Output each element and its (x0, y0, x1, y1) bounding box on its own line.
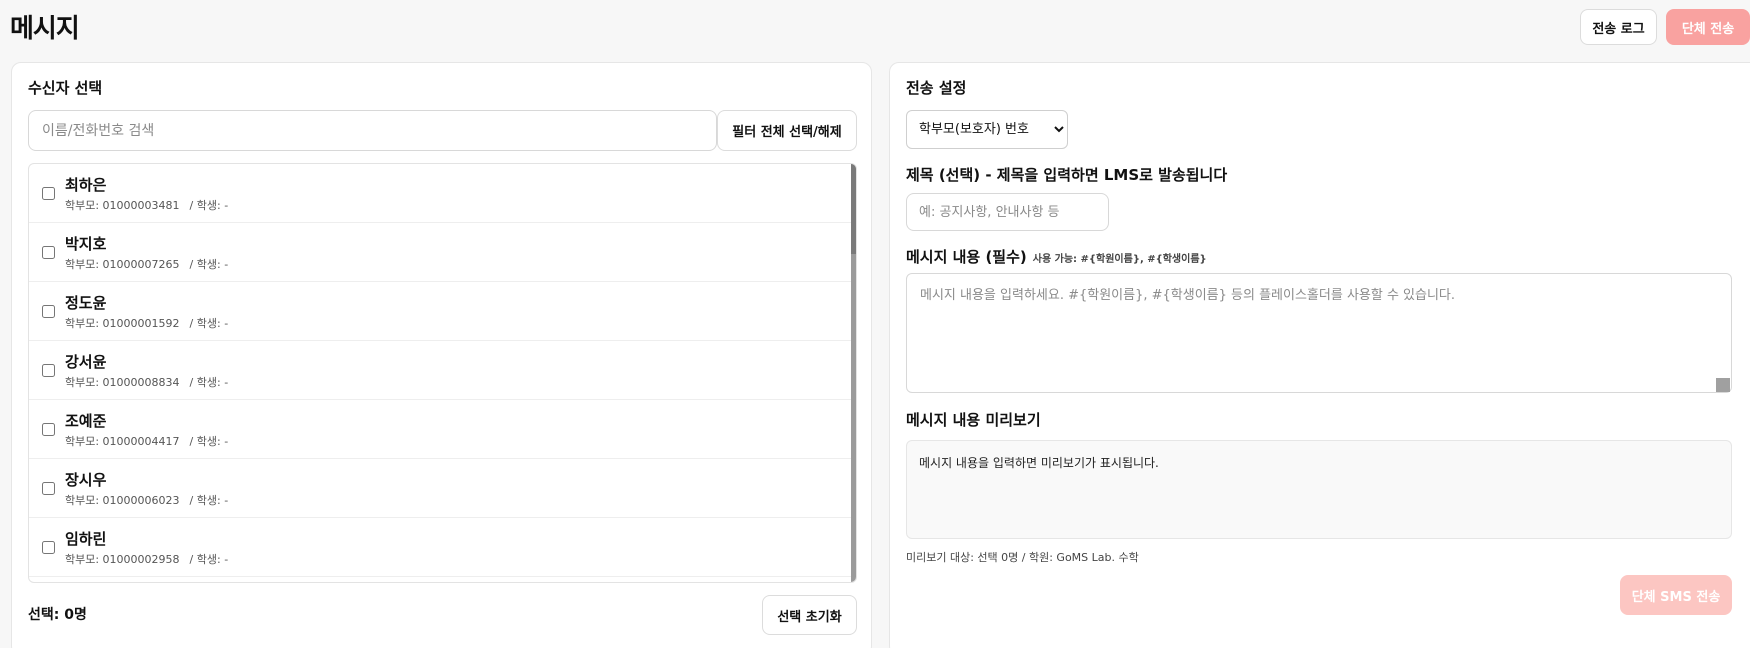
recipient-student: / 학생: - (189, 494, 229, 507)
content-label-row: 메시지 내용 (필수) 사용 가능: #{학원이름}, #{학생이름} (906, 246, 1207, 267)
message-title-input[interactable] (906, 193, 1109, 231)
list-item[interactable]: 장시우 학부모: 01000006023 / 학생: - (29, 459, 856, 518)
recipient-panel: 수신자 선택 필터 전체 선택/해제 최하은 학부모: 01000003481 /… (11, 62, 872, 648)
recipient-student: / 학생: - (189, 317, 229, 330)
recipient-name: 정도윤 (65, 294, 107, 312)
recipient-parent-phone: 학부모: 01000001592 (65, 317, 180, 330)
bulk-sms-send-button[interactable]: 단체 SMS 전송 (1620, 575, 1732, 615)
send-log-button[interactable]: 전송 로그 (1580, 9, 1657, 45)
message-preview: 메시지 내용을 입력하면 미리보기가 표시됩니다. (906, 440, 1732, 539)
recipient-parent-phone: 학부모: 01000008834 (65, 376, 180, 389)
recipient-detail: 학부모: 01000002958 / 학생: - (65, 551, 228, 567)
filter-select-all-button[interactable]: 필터 전체 선택/해제 (717, 110, 857, 151)
recipient-student: / 학생: - (189, 435, 229, 448)
preview-meta: 미리보기 대상: 선택 0명 / 학원: GoMS Lab. 수학 (906, 551, 1139, 564)
page-title: 메시지 (10, 14, 80, 44)
list-item[interactable]: 정도윤 학부모: 01000001592 / 학생: - (29, 282, 856, 341)
list-item[interactable]: 최하은 학부모: 01000003481 / 학생: - (29, 164, 856, 223)
bulk-send-button[interactable]: 단체 전송 (1666, 9, 1750, 45)
recipient-section-title: 수신자 선택 (28, 79, 103, 97)
recipient-detail: 학부모: 01000008834 / 학생: - (65, 374, 228, 390)
settings-section-title: 전송 설정 (906, 79, 967, 97)
send-settings-panel: 전송 설정 학부모(보호자) 번호 제목 (선택) - 제목을 입력하면 LMS… (889, 62, 1750, 648)
recipient-student: / 학생: - (189, 199, 229, 212)
title-label: 제목 (선택) - 제목을 입력하면 LMS로 발송됩니다 (906, 166, 1228, 184)
textarea-resize-handle[interactable] (1716, 378, 1730, 392)
preview-label: 메시지 내용 미리보기 (906, 411, 1041, 429)
content-label: 메시지 내용 (필수) (906, 248, 1027, 266)
recipient-parent-phone: 학부모: 01000002958 (65, 553, 180, 566)
recipient-detail: 학부모: 01000004417 / 학생: - (65, 433, 228, 449)
recipient-detail: 학부모: 01000006023 / 학생: - (65, 492, 228, 508)
recipient-name: 박지호 (65, 235, 107, 253)
list-item[interactable]: 강서윤 학부모: 01000008834 / 학생: - (29, 341, 856, 400)
recipient-checkbox[interactable] (42, 541, 55, 554)
list-item[interactable]: 조예준 학부모: 01000004417 / 학생: - (29, 400, 856, 459)
top-actions: 전송 로그 단체 전송 (1580, 9, 1750, 45)
recipient-search-input[interactable] (28, 110, 717, 151)
recipient-parent-phone: 학부모: 01000003481 (65, 199, 180, 212)
list-item[interactable]: 임하린 학부모: 01000002958 / 학생: - (29, 518, 856, 577)
recipient-checkbox[interactable] (42, 246, 55, 259)
recipient-student: / 학생: - (189, 376, 229, 389)
recipient-name: 강서윤 (65, 353, 107, 371)
reset-selection-button[interactable]: 선택 초기화 (762, 595, 857, 635)
recipient-student: / 학생: - (189, 258, 229, 271)
recipient-student: / 학생: - (189, 553, 229, 566)
recipient-detail: 학부모: 01000007265 / 학생: - (65, 256, 228, 272)
recipient-checkbox[interactable] (42, 482, 55, 495)
list-scrollbar[interactable] (851, 164, 856, 582)
list-item[interactable]: 박지호 학부모: 01000007265 / 학생: - (29, 223, 856, 282)
recipient-checkbox[interactable] (42, 364, 55, 377)
message-content-textarea[interactable] (906, 273, 1732, 393)
selected-count: 선택: 0명 (28, 607, 87, 623)
recipient-type-select[interactable]: 학부모(보호자) 번호 (906, 110, 1068, 149)
recipient-checkbox[interactable] (42, 187, 55, 200)
recipient-parent-phone: 학부모: 01000006023 (65, 494, 180, 507)
recipient-parent-phone: 학부모: 01000007265 (65, 258, 180, 271)
list-scroll-thumb[interactable] (851, 164, 856, 254)
recipient-checkbox[interactable] (42, 305, 55, 318)
recipient-name: 임하린 (65, 530, 107, 548)
recipient-parent-phone: 학부모: 01000004417 (65, 435, 180, 448)
recipient-name: 장시우 (65, 471, 107, 489)
recipient-checkbox[interactable] (42, 423, 55, 436)
recipient-detail: 학부모: 01000001592 / 학생: - (65, 315, 228, 331)
recipient-detail: 학부모: 01000003481 / 학생: - (65, 197, 228, 213)
recipient-name: 최하은 (65, 176, 107, 194)
recipient-list[interactable]: 최하은 학부모: 01000003481 / 학생: - 박지호 학부모: 010… (28, 163, 857, 583)
placeholder-hint: 사용 가능: #{학원이름}, #{학생이름} (1032, 254, 1207, 265)
recipient-name: 조예준 (65, 412, 107, 430)
